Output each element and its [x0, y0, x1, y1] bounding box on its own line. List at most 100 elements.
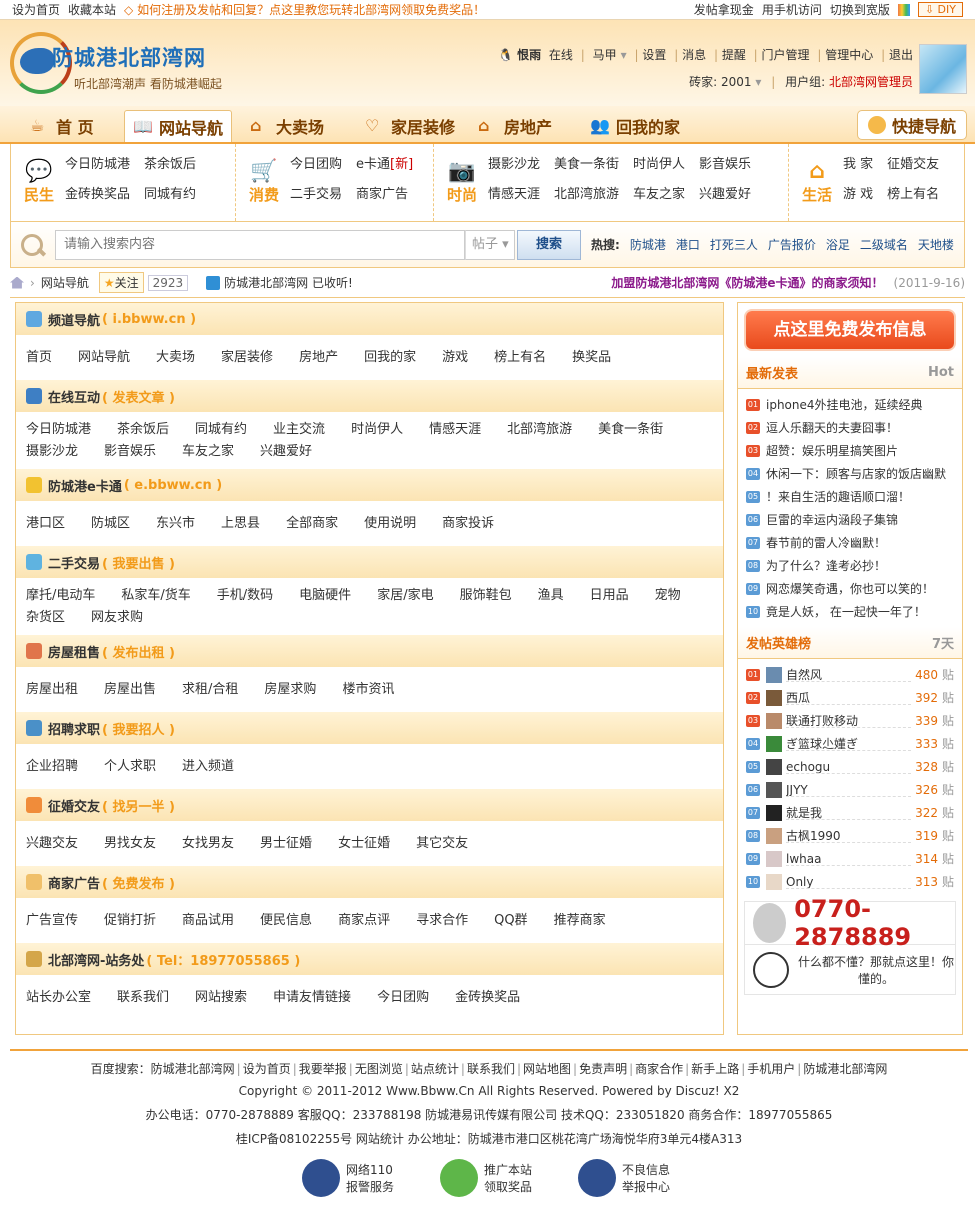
- latest-item[interactable]: 05 ！来自生活的趣语顺口溜！: [746, 485, 954, 508]
- section-link[interactable]: 杂货区: [26, 607, 65, 629]
- cat-link[interactable]: 情感天涯: [488, 183, 540, 213]
- breadcrumb-section[interactable]: 网站导航: [41, 274, 89, 291]
- section-link[interactable]: 寻求合作: [416, 910, 468, 932]
- section-link[interactable]: 房屋求购: [264, 679, 316, 701]
- rank-item[interactable]: 01 自然风 480 贴: [738, 663, 962, 686]
- rank-item[interactable]: 02 西瓜 392 贴: [738, 686, 962, 709]
- section-link[interactable]: 防城区: [91, 513, 130, 535]
- cat-link[interactable]: 征婚交友: [887, 153, 939, 183]
- footer-link[interactable]: 无图浏览: [355, 1062, 403, 1076]
- section-title[interactable]: 招聘求职: [48, 719, 100, 738]
- user-avatar[interactable]: [766, 758, 782, 775]
- section-link[interactable]: 女士征婚: [338, 833, 390, 855]
- section-link[interactable]: 其它交友: [416, 833, 468, 855]
- section-title[interactable]: 商家广告: [48, 873, 100, 892]
- section-link[interactable]: 情感天涯: [429, 419, 481, 441]
- footer-link[interactable]: 站点统计: [411, 1062, 459, 1076]
- section-link[interactable]: 影音娱乐: [104, 441, 156, 463]
- section-link[interactable]: 时尚伊人: [351, 419, 403, 441]
- section-link[interactable]: 楼市资讯: [342, 679, 394, 701]
- free-post-button[interactable]: 点这里免费发布信息: [746, 311, 954, 349]
- section-link[interactable]: 使用说明: [364, 513, 416, 535]
- section-link[interactable]: 促销打折: [104, 910, 156, 932]
- cat-link[interactable]: 今日防城港: [65, 153, 130, 183]
- section-link[interactable]: 兴趣交友: [26, 833, 78, 855]
- section-title[interactable]: 在线互动: [48, 387, 100, 406]
- nav-real-estate[interactable]: ⌂ 房地产: [478, 110, 552, 142]
- bricks-count[interactable]: 砖家: 2001: [689, 75, 751, 89]
- section-link[interactable]: 电脑硬件: [299, 585, 351, 607]
- cat-link[interactable]: e卡通: [356, 157, 390, 172]
- promote-badge[interactable]: 推广本站 领取奖品: [440, 1159, 538, 1197]
- nav-my-home[interactable]: 👥 回我的家: [590, 110, 680, 142]
- rank-item[interactable]: 08 古枫1990 319 贴: [738, 824, 962, 847]
- phone-banner[interactable]: 0770-2878889: [744, 895, 956, 951]
- hot-link[interactable]: 浴足: [826, 236, 850, 253]
- latest-item[interactable]: 09 网恋爆笑奇遇，你也可以笑的！: [746, 577, 954, 600]
- section-link[interactable]: 首页: [26, 347, 52, 369]
- user-avatar[interactable]: [766, 666, 782, 683]
- cat-link[interactable]: 车友之家: [633, 183, 685, 213]
- rank-item[interactable]: 10 Only 313 贴: [738, 870, 962, 893]
- cat-link[interactable]: 时尚伊人: [633, 153, 685, 183]
- cat-link[interactable]: 同城有约: [144, 183, 196, 213]
- cat-link[interactable]: 美食一条街: [554, 153, 619, 183]
- set-home-link[interactable]: 设为首页: [12, 1, 60, 18]
- section-link[interactable]: 网友求购: [91, 607, 143, 629]
- section-link[interactable]: 站长办公室: [26, 987, 91, 1009]
- palette-icon[interactable]: [897, 3, 910, 16]
- footer-link[interactable]: 联系我们: [467, 1062, 515, 1076]
- footer-link[interactable]: 我要举报: [299, 1062, 347, 1076]
- cat-link[interactable]: 我 家: [843, 153, 873, 183]
- section-link[interactable]: 房屋出售: [104, 679, 156, 701]
- section-link[interactable]: 手机/数码: [217, 585, 273, 607]
- section-link[interactable]: 同城有约: [195, 419, 247, 441]
- section-action[interactable]: ( 我要出售 ): [102, 553, 175, 572]
- user-avatar[interactable]: [766, 689, 782, 706]
- section-link[interactable]: 推荐商家: [554, 910, 606, 932]
- section-action[interactable]: ( 发表文章 ): [102, 387, 175, 406]
- cat-link[interactable]: 游 戏: [843, 183, 873, 213]
- user-group[interactable]: 北部湾网管理员: [829, 75, 913, 89]
- section-title[interactable]: 频道导航: [48, 310, 100, 329]
- section-link[interactable]: 企业招聘: [26, 756, 78, 778]
- reminders-link[interactable]: 提醒: [722, 48, 746, 62]
- report-badge[interactable]: 不良信息 举报中心: [578, 1159, 676, 1197]
- section-link[interactable]: 日用品: [590, 585, 629, 607]
- section-link[interactable]: 宠物: [655, 585, 681, 607]
- section-link[interactable]: 家居装修: [221, 347, 273, 369]
- police-110-badge[interactable]: 网络110 报警服务: [302, 1159, 400, 1197]
- section-link[interactable]: 换奖品: [572, 347, 611, 369]
- section-link[interactable]: 网站搜索: [195, 987, 247, 1009]
- latest-item[interactable]: 07 春节前的雷人冷幽默！: [746, 531, 954, 554]
- section-link[interactable]: 金砖换奖品: [455, 987, 520, 1009]
- section-action[interactable]: ( 免费发布 ): [102, 873, 175, 892]
- user-avatar[interactable]: [766, 735, 782, 752]
- hot-link[interactable]: 打死三人: [710, 236, 758, 253]
- section-link[interactable]: 男找女友: [104, 833, 156, 855]
- footer-link[interactable]: 设为首页: [243, 1062, 291, 1076]
- section-action[interactable]: ( Tel：18977055865 ): [146, 950, 300, 969]
- rank-period[interactable]: 7天: [932, 633, 954, 652]
- section-link[interactable]: 榜上有名: [494, 347, 546, 369]
- section-link[interactable]: 茶余饭后: [117, 419, 169, 441]
- section-link[interactable]: 渔具: [538, 585, 564, 607]
- nav-market[interactable]: ⌂ 大卖场: [250, 110, 324, 142]
- section-link[interactable]: 游戏: [442, 347, 468, 369]
- settings-link[interactable]: 设置: [642, 48, 666, 62]
- section-link[interactable]: 广告宣传: [26, 910, 78, 932]
- rank-item[interactable]: 03 联通打败移动 339 贴: [738, 709, 962, 732]
- section-action[interactable]: ( 发布出租 ): [102, 642, 175, 661]
- horse-menu[interactable]: 马甲: [593, 48, 617, 62]
- section-link[interactable]: 业主交流: [273, 419, 325, 441]
- section-link[interactable]: 大卖场: [156, 347, 195, 369]
- cat-link[interactable]: 今日团购: [290, 153, 342, 183]
- logout-link[interactable]: 退出: [889, 48, 913, 62]
- rank-username[interactable]: ぎ篮球尐嬞ぎ: [786, 737, 912, 751]
- section-link[interactable]: 男士征婚: [260, 833, 312, 855]
- section-link[interactable]: 服饰鞋包: [460, 585, 512, 607]
- footer-link[interactable]: 手机用户: [747, 1062, 795, 1076]
- user-avatar[interactable]: [766, 827, 782, 844]
- section-link[interactable]: 商品试用: [182, 910, 234, 932]
- footer-link[interactable]: 免责声明: [579, 1062, 627, 1076]
